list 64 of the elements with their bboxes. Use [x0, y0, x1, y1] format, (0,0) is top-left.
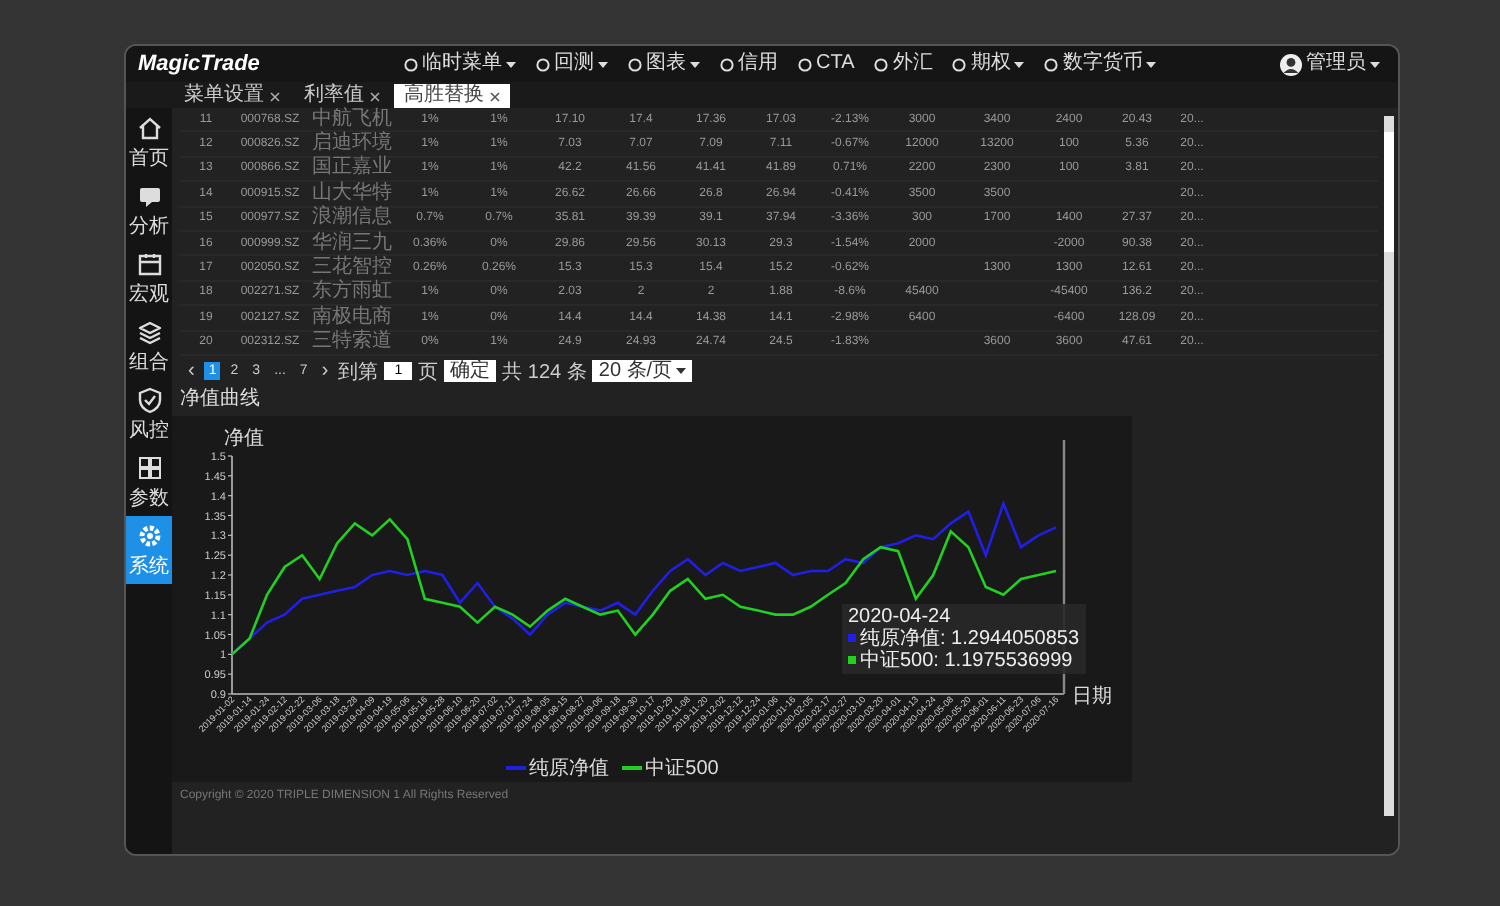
chat-icon: [135, 182, 163, 210]
close-icon: [270, 91, 280, 101]
table-cell-text: 三花智控: [310, 258, 394, 279]
layers-icon: [135, 318, 163, 346]
circle-icon: [952, 57, 967, 71]
nav-menu-item[interactable]: 回测: [530, 52, 614, 76]
circle-icon: [536, 57, 550, 71]
chart-tooltip: 2020-04-24 纯原净值: 1.2944050853 中证500: 1.1975536999: [842, 603, 1086, 674]
avatar-icon: [1280, 53, 1302, 75]
next-page-button[interactable]: ›: [317, 360, 333, 383]
tab[interactable]: 菜单设置: [174, 84, 290, 108]
total-count: 共 124 条: [502, 359, 587, 386]
sidebar-item[interactable]: 风控: [126, 380, 172, 448]
calendar-icon: [135, 250, 163, 278]
sidebar-item[interactable]: 组合: [126, 312, 172, 380]
table-cell-text: 中航飞机: [310, 109, 394, 130]
user-menu[interactable]: 管理员: [1274, 52, 1386, 76]
section-title: 净值曲线: [178, 387, 262, 412]
nav-menu-item[interactable]: 临时菜单: [398, 52, 522, 76]
legend-item[interactable]: 纯原净值: [505, 753, 610, 782]
tab[interactable]: 高胜替换: [394, 84, 510, 108]
nav-menu-item[interactable]: 外汇: [868, 52, 939, 76]
confirm-button[interactable]: 确定: [444, 360, 497, 383]
page-size-select[interactable]: 20 条/页: [592, 360, 693, 383]
circle-icon: [720, 57, 734, 71]
caret-icon: [1370, 61, 1380, 67]
circle-icon: [874, 57, 889, 71]
table-cell-text: 山大华特: [310, 183, 394, 204]
x-axis-title: 日期: [1072, 685, 1112, 708]
nav-menu-item[interactable]: 数字货币: [1038, 52, 1163, 76]
shield-icon: [135, 386, 163, 414]
table-cell-text: 浪潮信息: [310, 208, 394, 229]
page-unit-label: 页: [418, 359, 439, 386]
table-cell-text: 东方雨虹: [310, 282, 394, 303]
close-icon: [370, 91, 380, 101]
home-icon: [135, 114, 163, 142]
sidebar-item[interactable]: 分析: [126, 176, 172, 244]
gear-icon: [135, 522, 163, 550]
table-cell-text: 国正嘉业: [310, 158, 394, 179]
table-cell-text: 华润三九: [310, 233, 394, 254]
goto-label: 到第: [338, 359, 379, 386]
scrollbar[interactable]: [1384, 116, 1394, 816]
sidebar-item[interactable]: 宏观: [126, 244, 172, 312]
y-axis-title: 净值: [224, 427, 264, 450]
nav-menu-item[interactable]: 信用: [714, 52, 784, 76]
circle-icon: [798, 57, 812, 71]
logo: MagicTrade: [138, 52, 262, 76]
table-cell-text: 南极电商: [310, 307, 394, 328]
sidebar-item[interactable]: 首页: [126, 108, 172, 176]
caret-icon: [676, 368, 687, 375]
circle-icon: [628, 57, 642, 71]
table-cell-text: 三特索道: [310, 332, 394, 353]
table-cell-text: 启迪环境: [310, 134, 394, 155]
nav-menu-item[interactable]: CTA: [792, 52, 861, 76]
tab[interactable]: 利率值: [294, 84, 390, 108]
circle-icon: [1044, 57, 1059, 71]
nav-menu-item[interactable]: 期权: [946, 52, 1031, 76]
circle-icon: [404, 57, 418, 71]
sidebar-item[interactable]: 参数: [126, 448, 172, 516]
previous-page-button[interactable]: ‹: [184, 360, 199, 383]
grid-icon: [135, 454, 163, 482]
close-icon: [490, 91, 500, 101]
nav-menu-item[interactable]: 图表: [622, 52, 706, 76]
legend-item[interactable]: 中证500: [621, 753, 719, 782]
